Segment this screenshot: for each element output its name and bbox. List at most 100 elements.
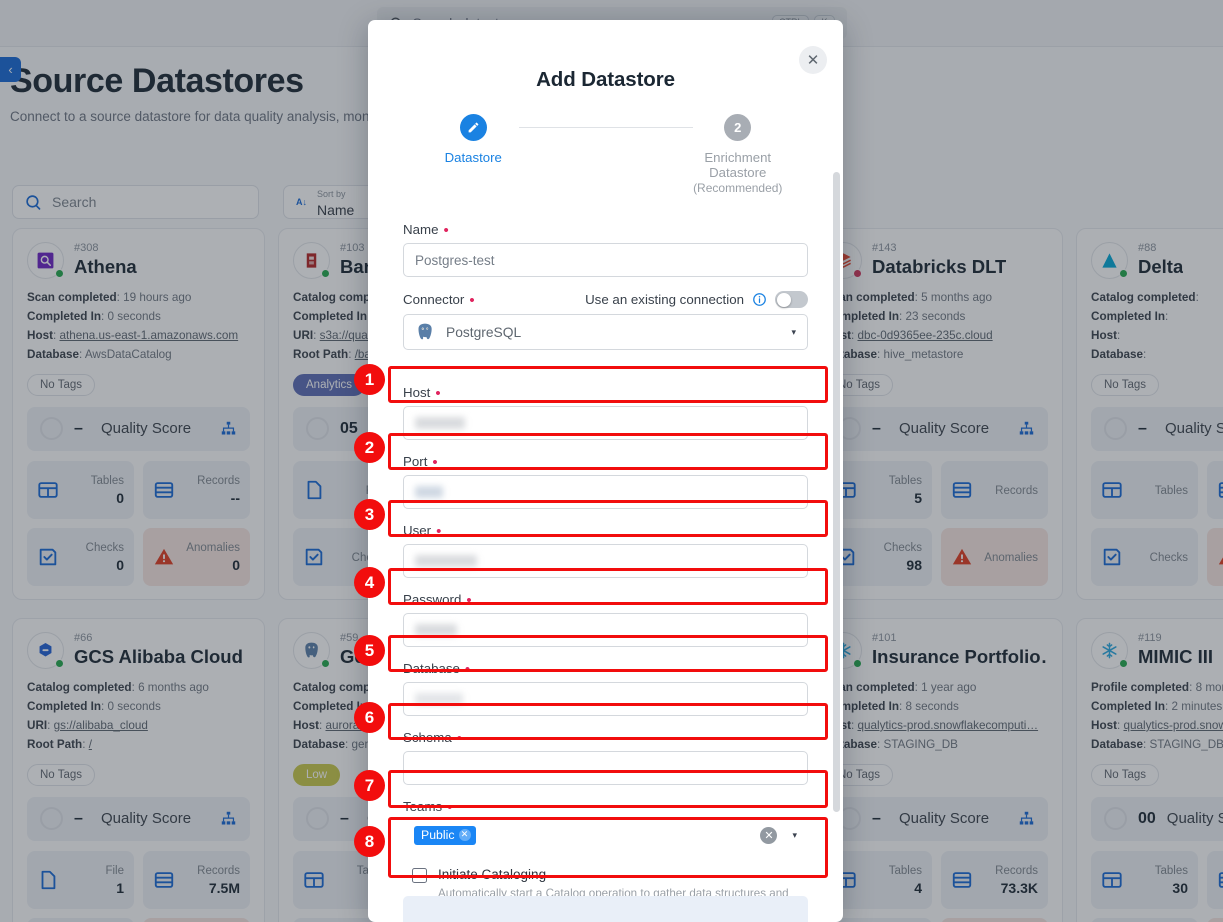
- clear-all-icon[interactable]: ✕: [760, 826, 778, 844]
- remove-chip-icon[interactable]: ✕: [458, 828, 471, 841]
- card-meta-value: STAGING_DB: [1149, 737, 1223, 751]
- sidebar-collapse-button[interactable]: ‹: [0, 57, 21, 82]
- card-meta-link[interactable]: qualytics-prod.snowflakecomputi…: [857, 719, 1038, 732]
- card-meta-value: AwsDataCatalog: [84, 347, 172, 361]
- card-stat-records[interactable]: Records: [1207, 850, 1223, 909]
- step-enrichment-datastore[interactable]: 2 Enrichment Datastore (Recommended): [693, 114, 784, 196]
- step-datastore[interactable]: Datastore: [428, 114, 519, 165]
- card-id: #88: [1138, 242, 1157, 254]
- hierarchy-icon[interactable]: [220, 810, 237, 827]
- card-stat-checks[interactable]: Checks: [1091, 527, 1198, 586]
- card-meta-key: Profile completed: [1091, 681, 1190, 694]
- card-meta-link[interactable]: /: [89, 738, 92, 751]
- card-stat-records[interactable]: Records: [1207, 460, 1223, 519]
- team-chip-public[interactable]: Public ✕: [414, 825, 476, 845]
- add-datastore-modal: ✕ Add Datastore Datastore 2 Enrichment D…: [368, 20, 843, 922]
- card-stat-tables[interactable]: Tables 30: [1091, 850, 1198, 909]
- table-icon: [303, 869, 325, 891]
- name-label: Name •: [403, 221, 449, 239]
- datastore-card[interactable]: #88 Delta Catalog completed: Completed I…: [1076, 228, 1223, 600]
- redacted-value: [415, 417, 465, 430]
- card-quality-score[interactable]: – Quality Score: [1091, 406, 1223, 451]
- card-meta-row: Catalog completed:: [1091, 291, 1199, 304]
- card-meta-row: Scan completed: 1 year ago: [825, 681, 977, 694]
- card-stat-label: Tables: [888, 475, 922, 488]
- teams-multiselect[interactable]: Public ✕ ✕ ▾: [403, 820, 808, 851]
- card-stat-label: Records: [995, 865, 1038, 878]
- datastore-card[interactable]: #143 Databricks DLT Scan completed: 5 mo…: [810, 228, 1063, 600]
- card-stat-records[interactable]: Records 7.5M: [143, 850, 250, 909]
- quality-ring-icon: [1104, 807, 1127, 831]
- card-tag[interactable]: Low: [293, 763, 341, 786]
- card-meta-key: Root Path: [27, 737, 83, 751]
- password-input[interactable]: [403, 613, 808, 648]
- records-icon: [1217, 479, 1223, 501]
- card-meta-link[interactable]: dbc-0d9365ee-235c.cloud: [857, 329, 992, 342]
- quality-score-value: –: [74, 809, 83, 827]
- datastore-card[interactable]: #308 Athena Scan completed: 19 hours ago…: [12, 228, 265, 600]
- close-icon[interactable]: ✕: [799, 46, 827, 74]
- snowflake-icon: [1102, 642, 1117, 659]
- card-quality-score[interactable]: – Quality Score: [825, 796, 1048, 841]
- card-stat-anomalies[interactable]: Anomalies: [1207, 527, 1223, 586]
- user-input[interactable]: [403, 544, 808, 579]
- schema-input[interactable]: [403, 751, 808, 786]
- card-stat-checks[interactable]: Checks: [1091, 917, 1198, 922]
- card-stat-checks[interactable]: Checks 0: [27, 527, 134, 586]
- field-teams: Teams • Public ✕ ✕ ▾: [403, 799, 808, 851]
- hierarchy-icon[interactable]: [1018, 420, 1035, 437]
- step-1-bubble: [459, 114, 487, 141]
- card-stat-file[interactable]: File 1: [27, 850, 134, 909]
- card-id: #66: [74, 632, 93, 644]
- card-stat-label: Records: [995, 484, 1038, 497]
- port-input[interactable]: [403, 475, 808, 510]
- card-tag[interactable]: No Tags: [1091, 763, 1159, 786]
- datastore-search-input[interactable]: Search: [12, 185, 259, 219]
- card-meta-row: Completed In: 0 seconds: [27, 699, 161, 713]
- connector-select[interactable]: PostgreSQL ▾: [403, 314, 808, 351]
- card-meta-row: Host: dbc-0d9365ee-235c.cloud: [825, 327, 1048, 346]
- datastore-card[interactable]: #66 GCS Alibaba Cloud Catalog completed:…: [12, 618, 265, 922]
- card-quality-score[interactable]: 00 Quality Score: [1091, 796, 1223, 841]
- card-stat-records[interactable]: Records --: [143, 460, 250, 519]
- card-tag[interactable]: No Tags: [27, 763, 95, 786]
- card-meta-link[interactable]: qualytics-prod.snowflake: [1123, 719, 1223, 732]
- card-stat-label: Checks: [85, 542, 124, 555]
- card-stat-anomalies[interactable]: Anomalies: [941, 527, 1048, 586]
- card-tag[interactable]: No Tags: [1091, 373, 1159, 396]
- card-stat-anomalies[interactable]: Anomalies: [143, 917, 250, 922]
- card-tag[interactable]: No Tags: [27, 373, 95, 396]
- card-meta-link[interactable]: athena.us-east-1.amazonaws.com: [59, 329, 238, 342]
- user-label: User •: [403, 522, 442, 540]
- hierarchy-icon[interactable]: [220, 420, 237, 437]
- card-meta-link[interactable]: gs://alibaba_cloud: [54, 719, 148, 732]
- modal-scrollbar[interactable]: [833, 172, 840, 812]
- card-stat-tables[interactable]: Tables: [1091, 460, 1198, 519]
- chevron-down-icon[interactable]: ▾: [792, 830, 797, 841]
- host-input[interactable]: [403, 406, 808, 441]
- card-stat-anomalies[interactable]: Anomalies 0: [143, 527, 250, 586]
- initiate-cataloging-checkbox[interactable]: [412, 868, 427, 884]
- datastore-card[interactable]: #119 MIMIC III Profile completed: 8 mont…: [1076, 618, 1223, 922]
- existing-connection-toggle[interactable]: [775, 291, 808, 309]
- datastore-card[interactable]: #101 Insurance Portfolio… Scan completed…: [810, 618, 1063, 922]
- card-meta-key: URI: [27, 718, 48, 732]
- card-stat-value: 7.5M: [208, 880, 240, 897]
- info-icon[interactable]: [752, 292, 767, 307]
- card-quality-score[interactable]: – Quality Score: [27, 796, 250, 841]
- hierarchy-icon[interactable]: [1018, 810, 1035, 827]
- card-quality-score[interactable]: – Quality Score: [27, 406, 250, 451]
- redacted-value: [415, 555, 477, 568]
- card-stat-label: Checks: [883, 542, 922, 555]
- quality-score-value: –: [1138, 419, 1147, 437]
- card-stat-records[interactable]: Records: [941, 460, 1048, 519]
- card-stat-checks[interactable]: Checks: [27, 917, 134, 922]
- card-stat-records[interactable]: Records 73.3K: [941, 850, 1048, 909]
- card-stat-anomalies[interactable]: Anomalies: [1207, 917, 1223, 922]
- card-stat-label: Tables: [90, 475, 124, 488]
- name-input[interactable]: [403, 243, 808, 278]
- card-quality-score[interactable]: – Quality Score: [825, 406, 1048, 451]
- database-input[interactable]: [403, 682, 808, 717]
- card-stat-tables[interactable]: Tables 0: [27, 460, 134, 519]
- card-stat-anomalies[interactable]: Anomalies: [941, 917, 1048, 922]
